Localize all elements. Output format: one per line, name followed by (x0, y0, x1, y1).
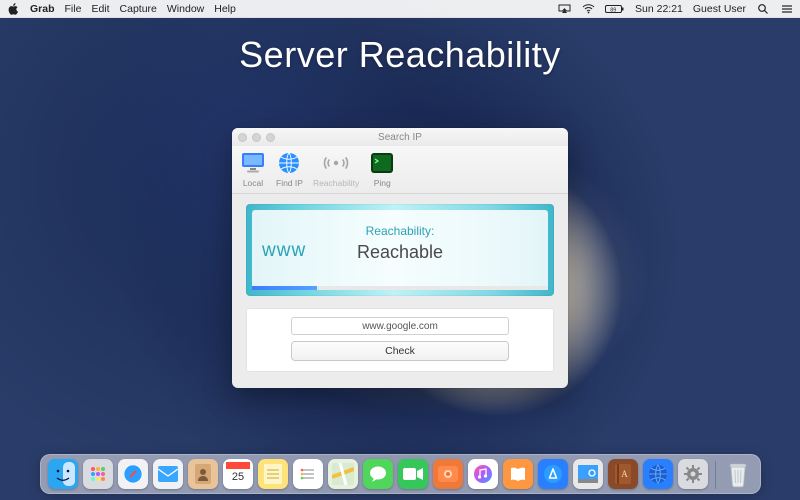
menubar: Grab File Edit Capture Window Help 89 Su… (0, 0, 800, 18)
url-input[interactable] (291, 317, 509, 335)
progress-bar (252, 286, 548, 290)
spotlight-icon[interactable] (756, 2, 770, 16)
www-label: www (262, 240, 306, 262)
minimize-icon[interactable] (252, 133, 261, 142)
toolbar: Local Find IP Reachability Ping (232, 146, 568, 194)
menubar-clock[interactable]: Sun 22:21 (635, 3, 683, 15)
dock-searchip[interactable] (643, 459, 673, 489)
menu-capture[interactable]: Capture (120, 3, 157, 15)
dock: 25 (40, 454, 761, 494)
dock-finder[interactable] (48, 459, 78, 489)
window-traffic-lights[interactable] (238, 133, 275, 142)
dock-preview[interactable] (573, 459, 603, 489)
svg-text:89: 89 (610, 7, 616, 13)
dock-notes[interactable] (258, 459, 288, 489)
apple-menu[interactable] (6, 2, 20, 16)
page-title: Server Reachability (0, 34, 800, 76)
toolbar-reachability: Reachability (313, 150, 359, 188)
dock-facetime[interactable] (398, 459, 428, 489)
dock-safari[interactable] (118, 459, 148, 489)
zoom-icon[interactable] (266, 133, 275, 142)
signal-icon (323, 150, 349, 176)
close-icon[interactable] (238, 133, 247, 142)
toolbar-findip[interactable]: Find IP (276, 150, 303, 188)
toolbar-reachability-label: Reachability (313, 178, 359, 188)
menu-file[interactable]: File (65, 3, 82, 15)
dock-dictionary[interactable]: A (608, 459, 638, 489)
menubar-user[interactable]: Guest User (693, 3, 746, 15)
toolbar-ping[interactable]: Ping (369, 150, 395, 188)
check-form: Check (246, 308, 554, 372)
svg-text:25: 25 (231, 471, 243, 483)
window-title: Search IP (232, 132, 568, 143)
monitor-icon (240, 150, 266, 176)
toolbar-local[interactable]: Local (240, 150, 266, 188)
dock-contacts[interactable] (188, 459, 218, 489)
desktop: Grab File Edit Capture Window Help 89 Su… (0, 0, 800, 500)
terminal-icon (369, 150, 395, 176)
app-window: Search IP Local Find IP Reachability (232, 128, 568, 388)
dock-mail[interactable] (153, 459, 183, 489)
dock-maps[interactable] (328, 459, 358, 489)
dock-launchpad[interactable] (83, 459, 113, 489)
dock-photobooth[interactable] (433, 459, 463, 489)
dock-container: 25 (0, 454, 800, 494)
toolbar-ping-label: Ping (374, 178, 391, 188)
globe-icon (276, 150, 302, 176)
menubar-app-name[interactable]: Grab (30, 3, 55, 15)
reachability-label: Reachability: (252, 210, 548, 238)
dock-messages[interactable] (363, 459, 393, 489)
dock-ibooks[interactable] (503, 459, 533, 489)
dock-reminders[interactable] (293, 459, 323, 489)
reachability-panel: www Reachability: Reachable (246, 204, 554, 296)
dock-systemprefs[interactable] (678, 459, 708, 489)
menu-edit[interactable]: Edit (91, 3, 109, 15)
dock-appstore[interactable] (538, 459, 568, 489)
toolbar-findip-label: Find IP (276, 178, 303, 188)
dock-calendar[interactable]: 25 (223, 459, 253, 489)
dock-trash[interactable] (723, 459, 753, 489)
dock-itunes[interactable] (468, 459, 498, 489)
notification-center-icon[interactable] (780, 2, 794, 16)
wifi-icon[interactable] (581, 2, 595, 16)
window-content: www Reachability: Reachable Check (232, 194, 568, 386)
svg-text:A: A (621, 469, 628, 479)
battery-icon[interactable]: 89 (605, 2, 625, 16)
toolbar-local-label: Local (243, 178, 263, 188)
check-button[interactable]: Check (291, 341, 509, 361)
menu-help[interactable]: Help (214, 3, 236, 15)
menu-window[interactable]: Window (167, 3, 204, 15)
dock-divider (715, 461, 716, 489)
window-titlebar[interactable]: Search IP (232, 128, 568, 146)
airplay-icon[interactable] (557, 2, 571, 16)
